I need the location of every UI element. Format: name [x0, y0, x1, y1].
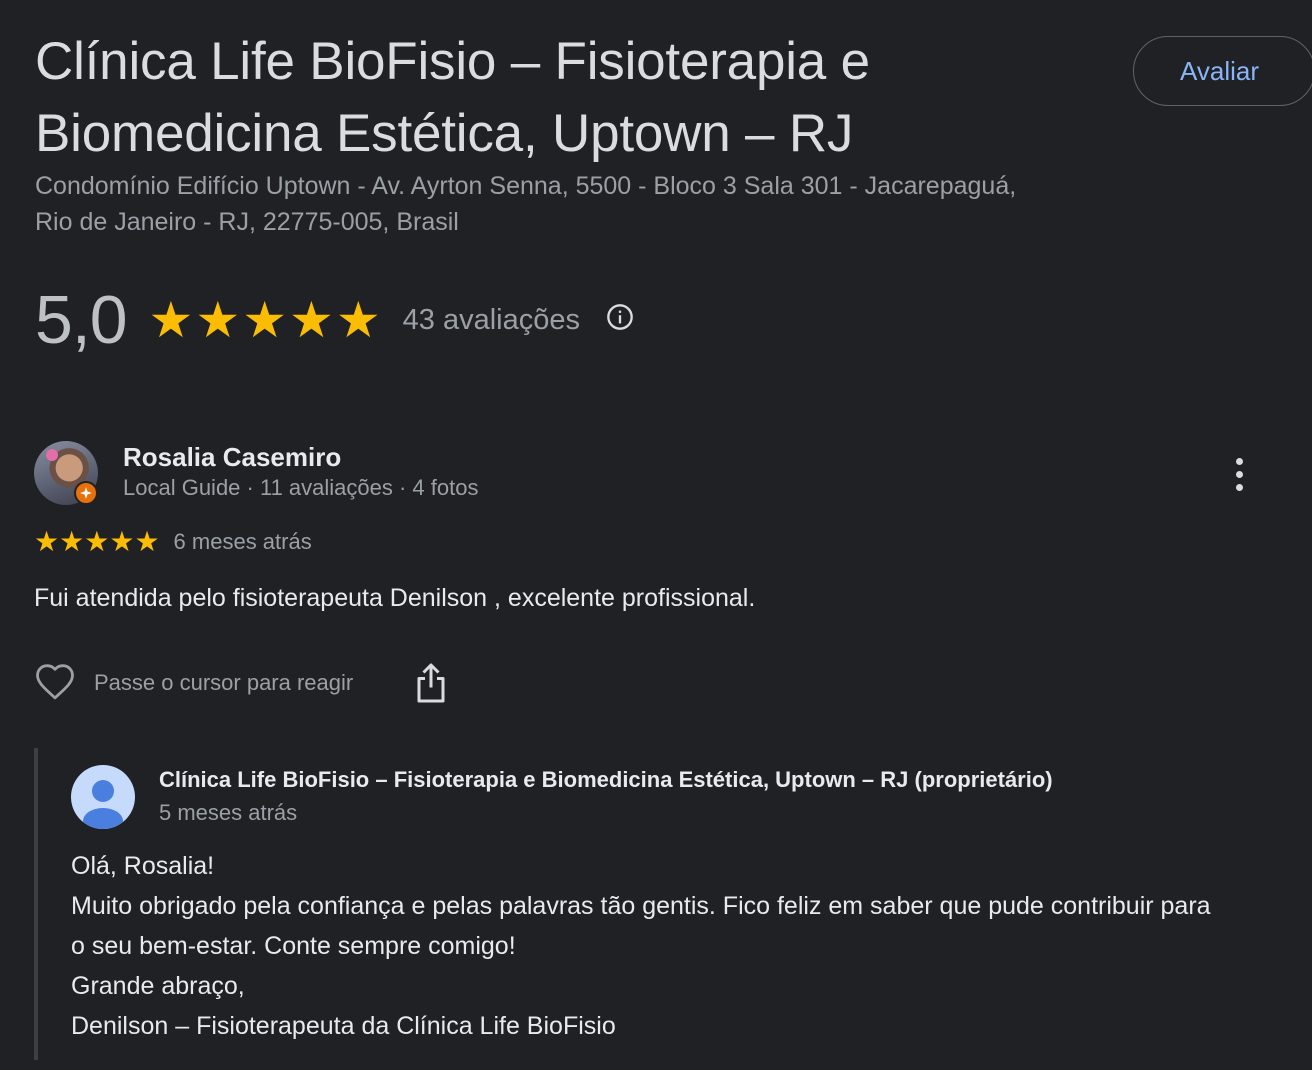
- share-icon[interactable]: [413, 662, 449, 704]
- reply-line: Muito obrigado pela confiança e pelas pa…: [71, 892, 1211, 960]
- star-icon: ★: [59, 526, 85, 557]
- star-icon: ★: [34, 526, 60, 557]
- reviewer-meta: Local Guide · 11 avaliações · 4 fotos: [123, 475, 479, 500]
- star-icon: ★: [84, 526, 110, 557]
- reaction-bar: Passe o cursor para reagir: [34, 662, 449, 704]
- reviewer-name[interactable]: Rosalia Casemiro: [123, 442, 341, 473]
- business-address: Condomínio Edifício Uptown - Av. Ayrton …: [35, 172, 1017, 236]
- owner-avatar: [71, 765, 135, 829]
- reply-line: Olá, Rosalia!: [71, 852, 215, 880]
- average-rating: 5,0: [35, 282, 128, 358]
- star-icon: ★: [289, 292, 334, 348]
- more-dot: [1235, 470, 1243, 478]
- review-text: Fui atendida pelo fisioterapeuta Denilso…: [34, 584, 756, 612]
- reply-line: Denilson – Fisioterapeuta da Clínica Lif…: [71, 1012, 616, 1040]
- star-icon: ★: [134, 526, 160, 557]
- owner-reply-text: Olá, Rosalia! Muito obrigado pela confia…: [71, 846, 1211, 1046]
- star-sparkle-icon: [80, 487, 92, 499]
- info-icon[interactable]: [606, 303, 634, 331]
- business-title: Clínica Life BioFisio – Fisioterapia e B…: [35, 32, 870, 163]
- more-vert-icon[interactable]: [1222, 452, 1256, 496]
- write-review-button[interactable]: Avaliar: [1133, 36, 1312, 106]
- avatar-flower: [46, 449, 58, 461]
- star-icon: ★: [109, 526, 135, 557]
- more-dot: [1235, 483, 1243, 491]
- star-icon: ★: [335, 292, 381, 348]
- react-label: Passe o cursor para reagir: [94, 670, 354, 695]
- rating-summary: 5,0 ★ ★ ★ ★ ★ 43 avaliações: [35, 280, 634, 360]
- review-rating-row: ★ ★ ★ ★ ★ 6 meses atrás: [34, 527, 312, 557]
- review-time: 6 meses atrás: [173, 529, 312, 554]
- owner-reply: Clínica Life BioFisio – Fisioterapia e B…: [34, 748, 1238, 1060]
- star-icon: ★: [148, 292, 194, 348]
- star-icon: ★: [195, 292, 241, 348]
- star-icon: ★: [242, 292, 288, 348]
- star-rating: ★ ★ ★ ★ ★: [149, 295, 381, 345]
- owner-reply-time: 5 meses atrás: [159, 800, 298, 825]
- review-panel: Clínica Life BioFisio – Fisioterapia e B…: [0, 0, 1312, 1070]
- review-count[interactable]: 43 avaliações: [403, 304, 580, 337]
- local-guide-badge-icon: [74, 481, 98, 505]
- more-dot: [1235, 457, 1243, 465]
- reviewer-avatar[interactable]: [34, 441, 98, 505]
- review-star-rating: ★ ★ ★ ★ ★: [34, 527, 160, 557]
- person-icon: [83, 780, 123, 829]
- reply-line: Grande abraço,: [71, 972, 245, 1000]
- heart-icon[interactable]: [34, 662, 76, 704]
- owner-name: Clínica Life BioFisio – Fisioterapia e B…: [159, 767, 1053, 792]
